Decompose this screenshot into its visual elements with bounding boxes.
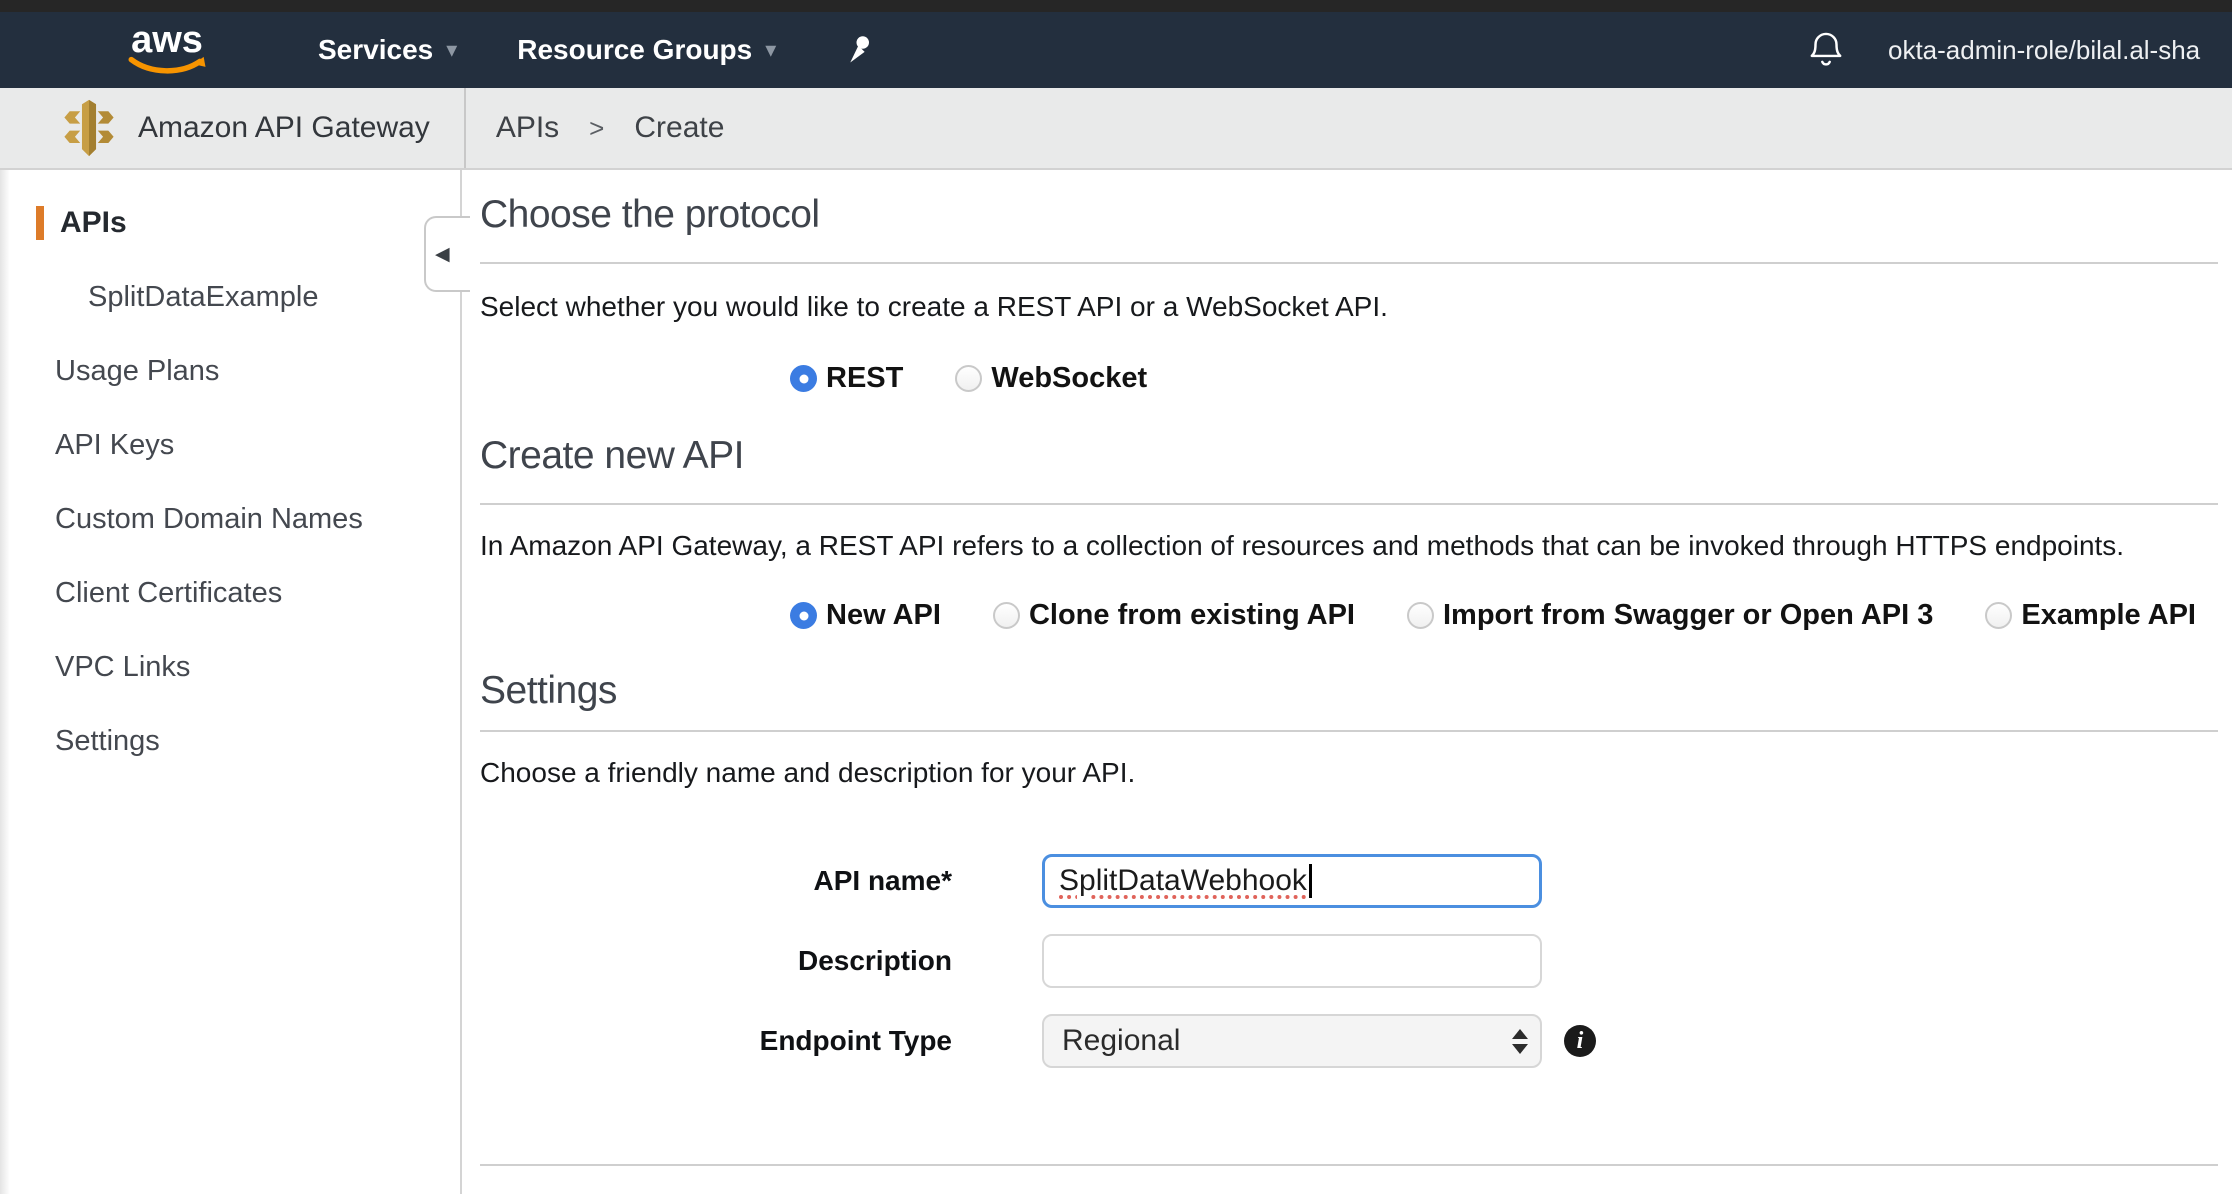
radio-option-new-api[interactable]: New API bbox=[790, 599, 941, 632]
settings-form: API name* SplitDataWebhook Description bbox=[480, 854, 2232, 1068]
settings-section: Settings Choose a friendly name and desc… bbox=[480, 668, 2232, 1166]
collapse-left-icon: ◀ bbox=[435, 245, 450, 264]
breadcrumb-service-name[interactable]: Amazon API Gateway bbox=[138, 111, 430, 145]
endpoint-type-value: Regional bbox=[1062, 1024, 1512, 1058]
window-top-strip bbox=[0, 0, 2232, 12]
sidebar-item-apis[interactable]: APIs bbox=[36, 206, 460, 240]
info-icon[interactable]: i bbox=[1564, 1025, 1596, 1057]
settings-section-title: Settings bbox=[480, 668, 2232, 714]
description-label: Description bbox=[480, 945, 952, 977]
radio-button[interactable] bbox=[1985, 602, 2012, 629]
settings-section-description: Choose a friendly name and description f… bbox=[480, 756, 2232, 790]
sidebar-item-client-certificates[interactable]: Client Certificates bbox=[36, 576, 460, 610]
endpoint-type-row: Endpoint Type Regional i bbox=[480, 1014, 2232, 1068]
section-divider bbox=[480, 262, 2218, 264]
breadcrumb-separator: > bbox=[589, 113, 604, 144]
radio-option-websocket[interactable]: WebSocket bbox=[955, 362, 1147, 395]
radio-option-clone[interactable]: Clone from existing API bbox=[993, 599, 1355, 632]
radio-option-websocket-label: WebSocket bbox=[991, 362, 1147, 395]
select-arrows-icon bbox=[1512, 1029, 1528, 1054]
api-name-label: API name* bbox=[480, 865, 952, 897]
create-api-radio-group: New API Clone from existing API Import f… bbox=[480, 599, 2232, 632]
sidebar-collapse-button[interactable]: ◀ bbox=[424, 216, 470, 292]
sidebar-item-vpc-links[interactable]: VPC Links bbox=[36, 650, 460, 684]
radio-button[interactable] bbox=[955, 365, 982, 392]
description-input[interactable] bbox=[1042, 934, 1542, 988]
api-name-input[interactable]: SplitDataWebhook bbox=[1042, 854, 1542, 908]
radio-option-example-api-label: Example API bbox=[2021, 599, 2196, 632]
endpoint-type-select[interactable]: Regional bbox=[1042, 1014, 1542, 1068]
sidebar-item-api-keys[interactable]: API Keys bbox=[36, 428, 460, 462]
radio-option-import-swagger-label: Import from Swagger or Open API 3 bbox=[1443, 599, 1933, 632]
text-cursor bbox=[1309, 864, 1312, 898]
create-api-section-title: Create new API bbox=[480, 433, 2232, 479]
sidebar-item-custom-domain-names[interactable]: Custom Domain Names bbox=[36, 502, 460, 536]
chevron-down-icon: ▾ bbox=[765, 39, 776, 61]
radio-option-example-api[interactable]: Example API bbox=[1985, 599, 2196, 632]
radio-button[interactable] bbox=[790, 365, 817, 392]
user-account-menu[interactable]: okta-admin-role/bilal.al-sha bbox=[1888, 35, 2232, 66]
radio-button[interactable] bbox=[790, 602, 817, 629]
radio-option-import-swagger[interactable]: Import from Swagger or Open API 3 bbox=[1407, 599, 1933, 632]
pin-icon[interactable] bbox=[844, 33, 874, 67]
sidebar-item-splitdataexample[interactable]: SplitDataExample bbox=[36, 280, 460, 314]
section-divider bbox=[480, 503, 2218, 505]
protocol-section-description: Select whether you would like to create … bbox=[480, 290, 2232, 324]
create-api-section: Create new API In Amazon API Gateway, a … bbox=[480, 433, 2232, 632]
chevron-down-icon: ▾ bbox=[446, 39, 457, 61]
protocol-section-title: Choose the protocol bbox=[480, 192, 2232, 238]
radio-button[interactable] bbox=[1407, 602, 1434, 629]
main-content: Choose the protocol Select whether you w… bbox=[462, 170, 2232, 1194]
sidebar-item-settings[interactable]: Settings bbox=[36, 724, 460, 758]
nav-resource-groups-label: Resource Groups bbox=[517, 34, 752, 66]
api-gateway-icon bbox=[62, 99, 116, 157]
aws-smile-icon bbox=[123, 55, 211, 77]
radio-option-new-api-label: New API bbox=[826, 599, 941, 632]
api-name-value: SplitDataWebhook bbox=[1059, 864, 1307, 898]
notifications-bell-icon[interactable] bbox=[1806, 29, 1846, 71]
section-divider bbox=[480, 1164, 2218, 1166]
sidebar: APIs SplitDataExample Usage Plans API Ke… bbox=[0, 170, 462, 1194]
sidebar-item-usage-plans[interactable]: Usage Plans bbox=[36, 354, 460, 388]
radio-option-rest[interactable]: REST bbox=[790, 362, 903, 395]
api-name-row: API name* SplitDataWebhook bbox=[480, 854, 2232, 908]
aws-logo[interactable]: aws bbox=[124, 23, 210, 77]
radio-button[interactable] bbox=[993, 602, 1020, 629]
aws-logo-text: aws bbox=[131, 23, 203, 57]
endpoint-type-label: Endpoint Type bbox=[480, 1025, 952, 1057]
nav-services-label: Services bbox=[318, 34, 433, 66]
protocol-radio-group: REST WebSocket bbox=[480, 362, 2232, 395]
breadcrumb-item-create: Create bbox=[634, 111, 724, 145]
breadcrumb-item-apis[interactable]: APIs bbox=[496, 111, 559, 145]
sidebar-nav: APIs SplitDataExample Usage Plans API Ke… bbox=[0, 170, 460, 758]
section-divider bbox=[480, 730, 2218, 732]
nav-services-menu[interactable]: Services ▾ bbox=[318, 34, 457, 66]
breadcrumb-bar: Amazon API Gateway APIs > Create bbox=[0, 88, 2232, 170]
aws-console-page: aws Services ▾ Resource Groups ▾ bbox=[0, 0, 2232, 1194]
nav-resource-groups-menu[interactable]: Resource Groups ▾ bbox=[517, 34, 776, 66]
radio-option-rest-label: REST bbox=[826, 362, 903, 395]
radio-option-clone-label: Clone from existing API bbox=[1029, 599, 1355, 632]
description-row: Description bbox=[480, 934, 2232, 988]
create-api-section-description: In Amazon API Gateway, a REST API refers… bbox=[480, 529, 2232, 563]
protocol-section: Choose the protocol Select whether you w… bbox=[480, 192, 2232, 395]
breadcrumb-divider bbox=[464, 88, 466, 168]
top-nav: aws Services ▾ Resource Groups ▾ bbox=[0, 12, 2232, 88]
